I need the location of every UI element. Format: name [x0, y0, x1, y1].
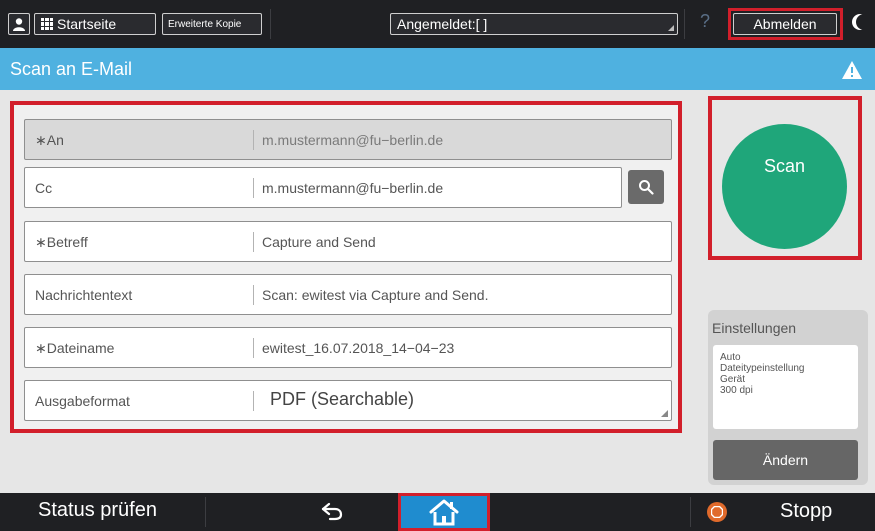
field-value: Capture and Send: [262, 234, 376, 250]
divider: [270, 9, 271, 39]
home-screen-label: Startseite: [57, 16, 117, 32]
field-value: ewitest_16.07.2018_14−04−23: [262, 340, 455, 356]
resize-corner-icon: [668, 25, 674, 31]
change-settings-button[interactable]: Ändern: [713, 440, 858, 480]
message-text-field[interactable]: Nachrichtentext Scan: ewitest via Captur…: [24, 274, 672, 315]
divider: [253, 178, 254, 198]
moon-icon[interactable]: [852, 12, 866, 32]
divider: [253, 130, 254, 150]
user-button[interactable]: [8, 13, 30, 35]
settings-summary: Auto Dateitypeinstellung Gerät 300 dpi: [713, 345, 858, 429]
divider: [253, 285, 254, 305]
user-icon: [13, 18, 25, 31]
settings-title: Einstellungen: [712, 320, 797, 336]
login-status-label: Angemeldet:[ ]: [397, 16, 488, 32]
email-form: ∗An m.mustermann@fu−berlin.de Cc m.muste…: [10, 101, 682, 433]
cc-field[interactable]: Cc m.mustermann@fu−berlin.de: [24, 167, 622, 208]
top-bar: Startseite Erweiterte Kopie Angemeldet:[…: [0, 0, 875, 48]
warning-icon[interactable]: [841, 60, 863, 80]
advanced-copy-button[interactable]: Erweiterte Kopie: [162, 13, 262, 35]
field-value: m.mustermann@fu−berlin.de: [262, 180, 444, 196]
setting-line: Dateitypeinstellung: [720, 363, 805, 374]
to-field[interactable]: ∗An m.mustermann@fu−berlin.de: [24, 119, 672, 160]
address-search-button[interactable]: [628, 170, 664, 204]
setting-line: Gerät: [720, 374, 746, 385]
home-screen-button[interactable]: Startseite: [34, 13, 156, 35]
settings-panel: Einstellungen Auto Dateitypeinstellung G…: [708, 310, 868, 485]
subject-field[interactable]: ∗Betreff Capture and Send: [24, 221, 672, 262]
divider: [684, 9, 685, 39]
stop-button[interactable]: Stopp: [780, 500, 832, 523]
field-label: ∗Betreff: [35, 234, 88, 250]
divider: [253, 338, 254, 358]
help-icon[interactable]: ?: [700, 11, 710, 32]
title-bar: Scan an E-Mail: [0, 48, 875, 90]
field-label: Nachrichtentext: [35, 287, 133, 303]
scan-label: Scan: [763, 156, 806, 176]
field-value: m.mustermann@fu−berlin.de: [262, 132, 444, 148]
check-status-button[interactable]: Status prüfen: [0, 493, 200, 531]
field-label: Ausgabeformat: [35, 393, 130, 409]
output-format-select[interactable]: Ausgabeformat PDF (Searchable): [24, 380, 672, 421]
stop-icon[interactable]: [707, 502, 727, 522]
field-label: Cc: [35, 180, 53, 196]
file-name-field[interactable]: ∗Dateiname ewitest_16.07.2018_14−04−23: [24, 327, 672, 368]
apps-grid-icon: [41, 18, 53, 30]
logout-button[interactable]: Abmelden: [733, 13, 837, 35]
field-value: Scan: ewitest via Capture and Send.: [262, 287, 489, 303]
field-label: ∗An: [35, 132, 64, 148]
field-label: ∗Dateiname: [35, 340, 115, 356]
scan-button[interactable]: Scan: [722, 124, 847, 249]
selected-value: PDF (Searchable): [270, 389, 415, 409]
search-icon: [639, 180, 654, 195]
setting-line: 300 dpi: [720, 385, 753, 396]
home-icon: [429, 499, 459, 526]
setting-line: Auto: [720, 352, 741, 363]
divider: [690, 497, 691, 527]
dropdown-corner-icon: [661, 410, 668, 417]
divider: [205, 497, 206, 527]
divider: [253, 391, 254, 411]
page-title: Scan an E-Mail: [10, 59, 133, 79]
login-status-field[interactable]: Angemeldet:[ ]: [390, 13, 678, 35]
divider: [253, 232, 254, 252]
back-icon[interactable]: [320, 499, 346, 523]
